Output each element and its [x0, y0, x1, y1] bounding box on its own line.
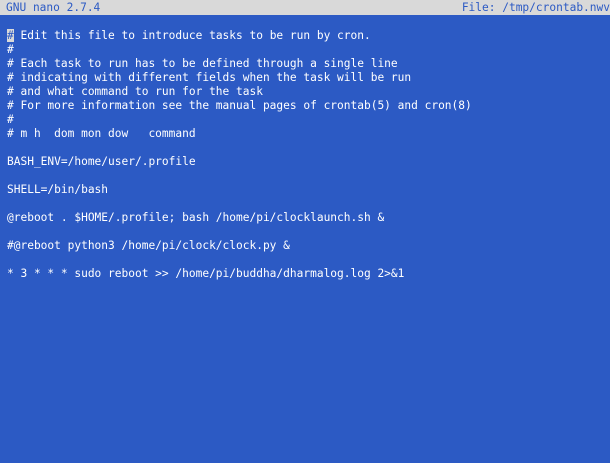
editor-line[interactable]: SHELL=/bin/bash [7, 183, 610, 197]
editor-line[interactable] [7, 141, 610, 155]
editor-line[interactable]: BASH_ENV=/home/user/.profile [7, 155, 610, 169]
text-cursor: # [7, 29, 14, 42]
editor-line[interactable]: # For more information see the manual pa… [7, 99, 610, 113]
file-path-label: File: /tmp/crontab.nwv [461, 1, 610, 14]
editor-line[interactable]: #@reboot python3 /home/pi/clock/clock.py… [7, 239, 610, 253]
editor-line[interactable] [7, 169, 610, 183]
editor-line[interactable]: * 3 * * * sudo reboot >> /home/pi/buddha… [7, 267, 610, 281]
editor-line[interactable]: # m h dom mon dow command [7, 127, 610, 141]
editor-line[interactable] [7, 253, 610, 267]
editor-line[interactable] [7, 197, 610, 211]
editor-line[interactable]: @reboot . $HOME/.profile; bash /home/pi/… [7, 211, 610, 225]
editor-line[interactable]: # and what command to run for the task [7, 85, 610, 99]
editor-line[interactable] [7, 225, 610, 239]
editor-line[interactable]: # [7, 43, 610, 57]
terminal-window[interactable]: GNU nano 2.7.4 File: /tmp/crontab.nwv # … [0, 0, 610, 463]
editor-line[interactable]: # [7, 113, 610, 127]
line-text: Edit this file to introduce tasks to be … [13, 29, 371, 42]
app-version-label: GNU nano 2.7.4 [6, 1, 101, 14]
editor-line[interactable]: # Each task to run has to be defined thr… [7, 57, 610, 71]
editor-area[interactable]: # Edit this file to introduce tasks to b… [7, 29, 610, 281]
editor-line[interactable]: # indicating with different fields when … [7, 71, 610, 85]
nano-title-bar: GNU nano 2.7.4 File: /tmp/crontab.nwv [0, 0, 610, 15]
editor-line[interactable]: # Edit this file to introduce tasks to b… [7, 29, 610, 43]
